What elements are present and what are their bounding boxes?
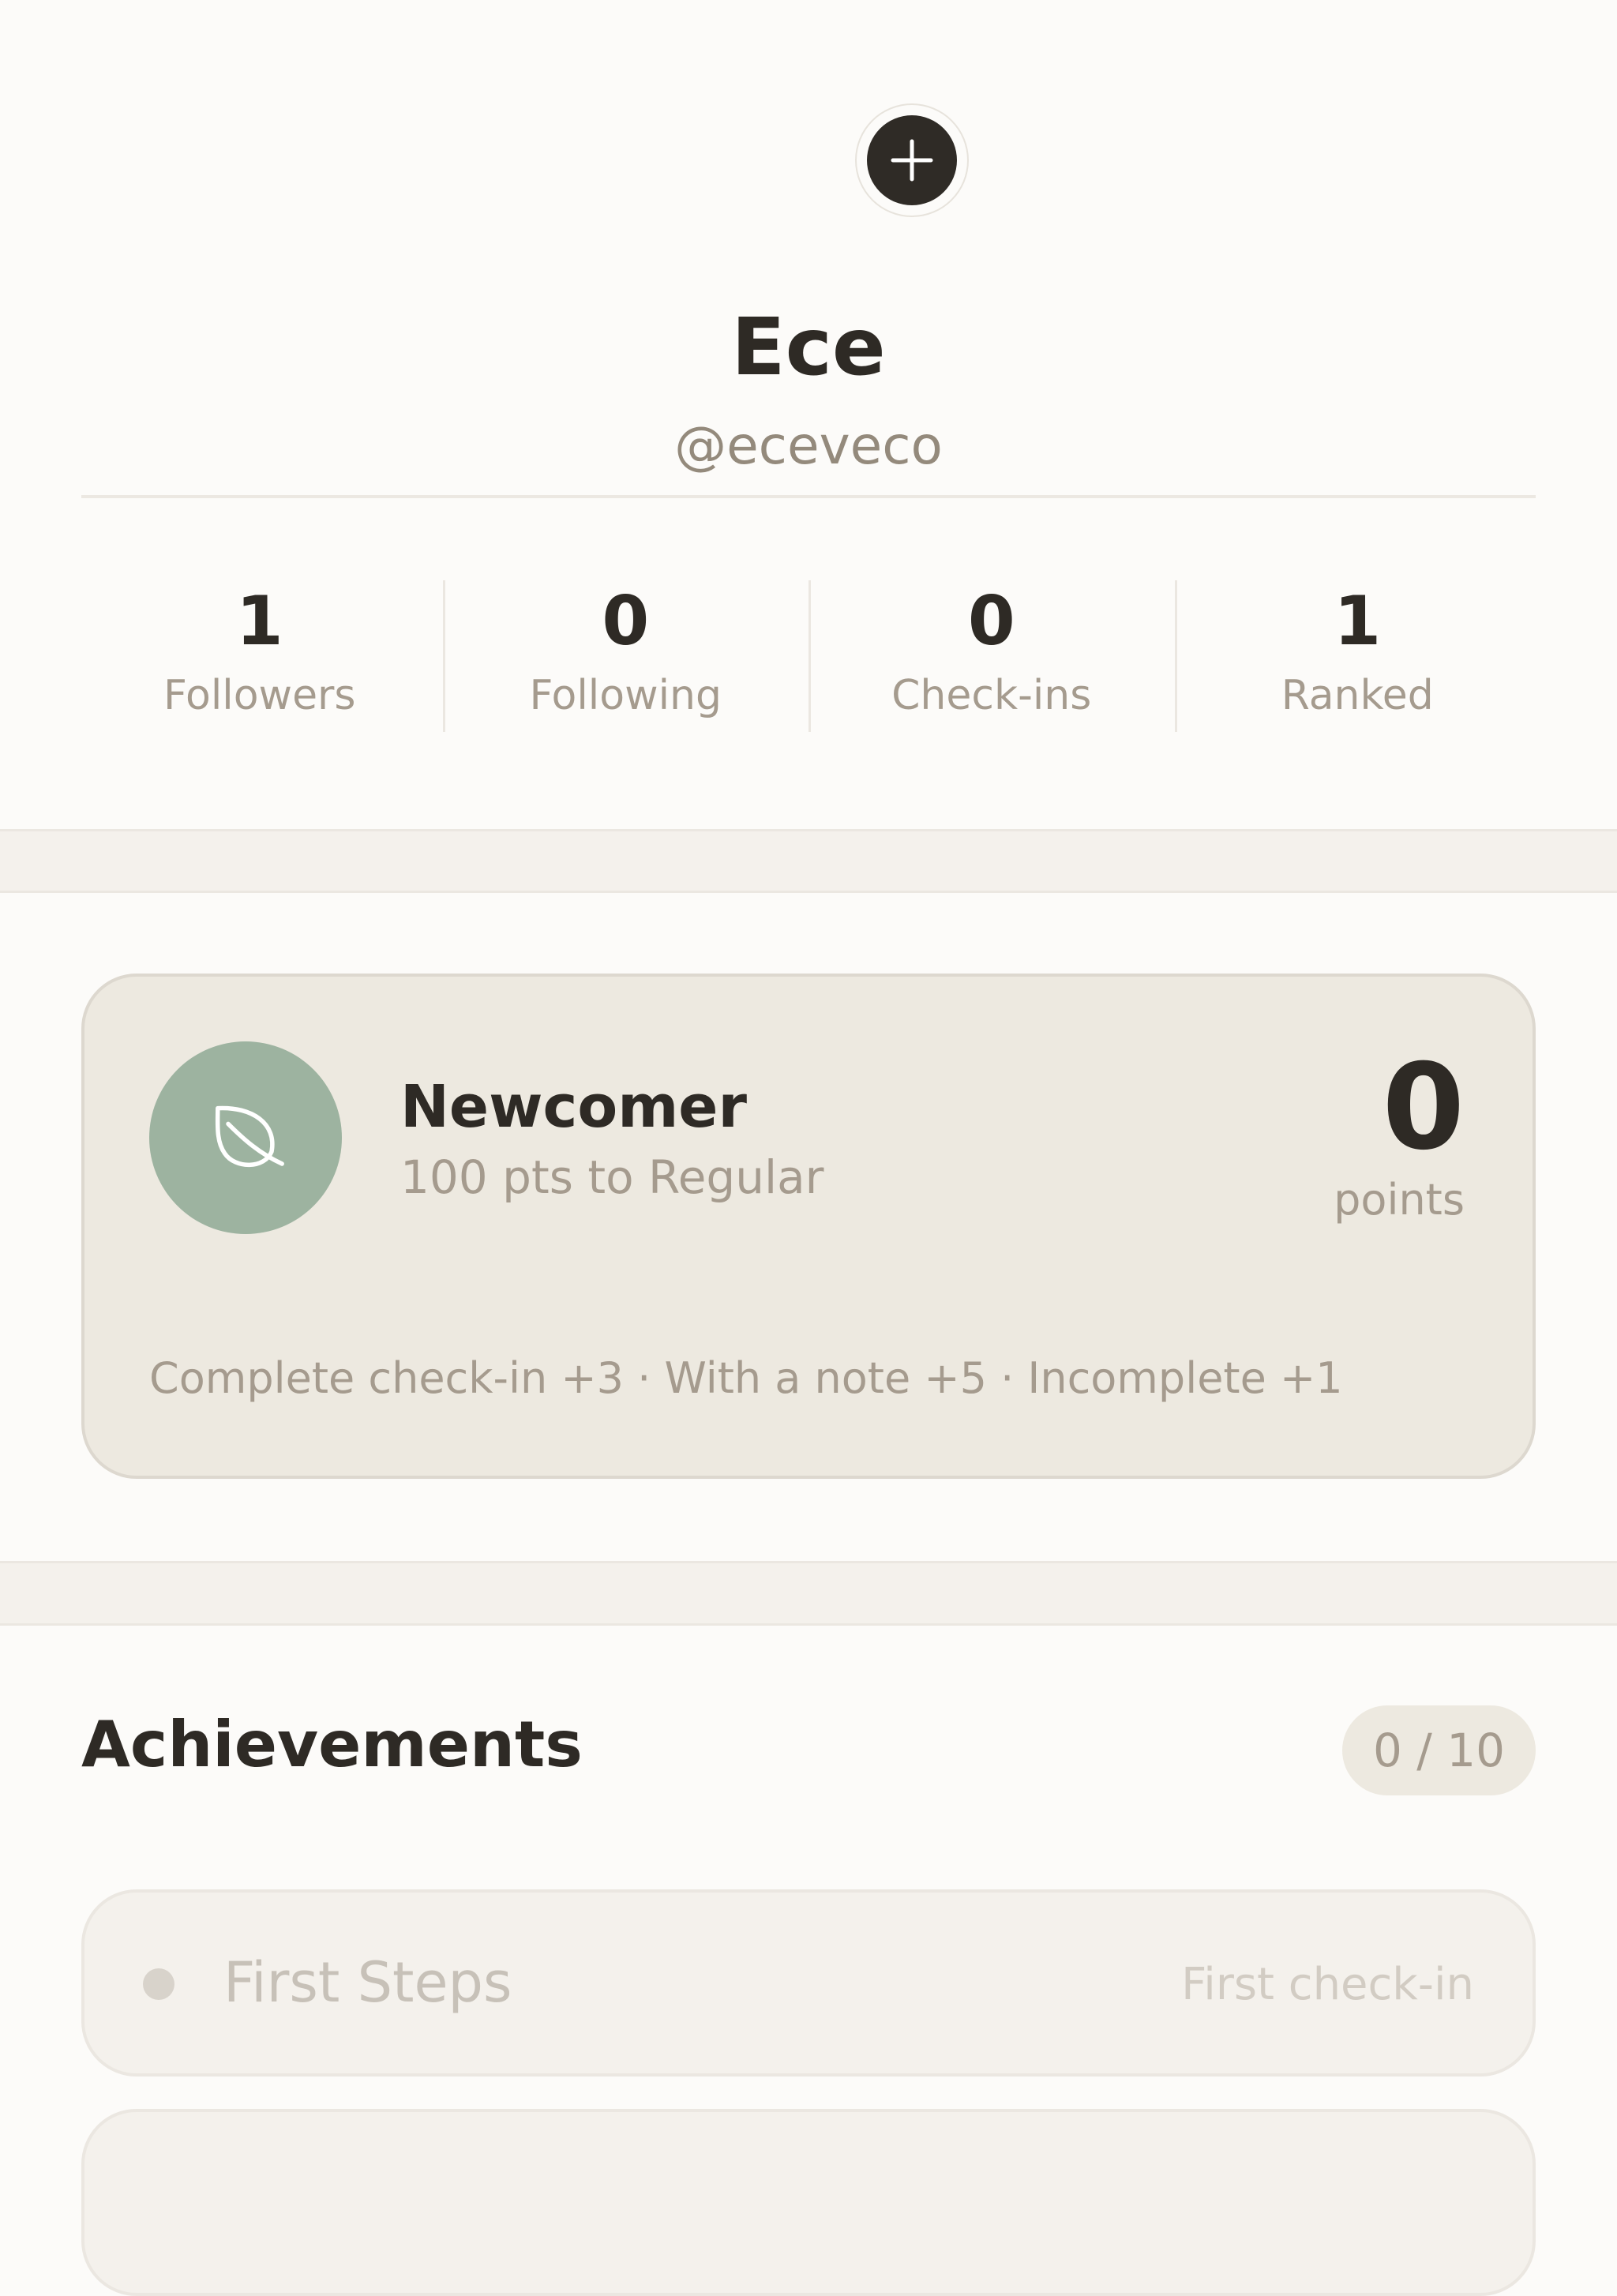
points-rules: Complete check-in +3 · With a note +5 · … <box>149 1353 1343 1403</box>
stat-label: Following <box>529 672 722 719</box>
stat-following[interactable]: 0 Following <box>442 580 809 732</box>
achievement-item[interactable] <box>81 2109 1536 2296</box>
divider <box>81 495 1536 498</box>
stat-value: 1 <box>235 582 283 661</box>
stat-ranked[interactable]: 1 Ranked <box>1174 580 1541 732</box>
achievements-title: Achievements <box>81 1708 583 1781</box>
points-label: points <box>1334 1175 1465 1225</box>
leaf-icon <box>215 1105 284 1168</box>
section-separator <box>0 829 1617 893</box>
achievement-item[interactable]: First Steps First check-in <box>81 1889 1536 2077</box>
level-progress: 100 pts to Regular <box>400 1150 824 1204</box>
stat-label: Check-ins <box>891 672 1092 719</box>
stat-label: Ranked <box>1281 672 1434 719</box>
stat-value: 0 <box>967 582 1015 661</box>
stats-row: 1 Followers 0 Following 0 Check-ins 1 Ra… <box>77 580 1540 732</box>
add-button[interactable] <box>857 105 967 216</box>
profile-handle: @eceveco <box>674 415 943 476</box>
stat-label: Followers <box>163 672 356 719</box>
level-card: Newcomer 100 pts to Regular 0 points Com… <box>81 974 1536 1479</box>
stat-followers[interactable]: 1 Followers <box>77 580 443 732</box>
level-badge <box>149 1041 342 1234</box>
stat-check-ins[interactable]: 0 Check-ins <box>808 580 1175 732</box>
points-value: 0 <box>1382 1039 1465 1176</box>
stat-value: 0 <box>602 582 650 661</box>
section-separator <box>0 1561 1617 1626</box>
achievements-count-badge: 0 / 10 <box>1342 1705 1536 1795</box>
profile-name: Ece <box>731 301 886 393</box>
achievement-name: First Steps <box>223 1950 512 2015</box>
plus-icon <box>867 115 957 205</box>
locked-dot-icon <box>143 1968 174 2000</box>
achievement-description: First check-in <box>1181 1959 1474 2010</box>
level-title: Newcomer <box>400 1073 747 1141</box>
stat-value: 1 <box>1334 582 1382 661</box>
